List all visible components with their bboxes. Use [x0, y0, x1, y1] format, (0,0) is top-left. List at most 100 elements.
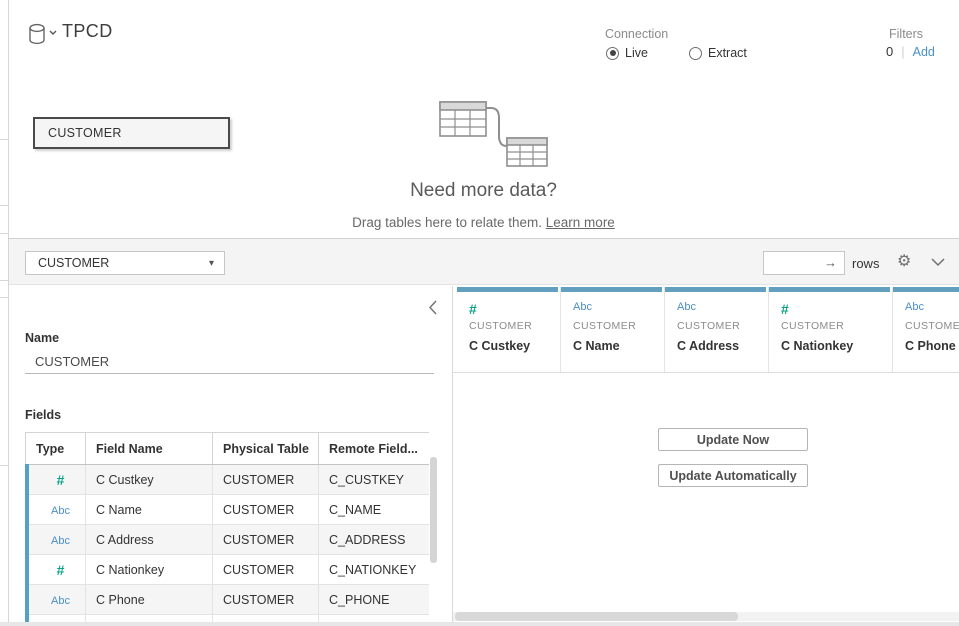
column-accent-stripe: [561, 287, 662, 292]
col-header-remote-field[interactable]: Remote Field...: [319, 433, 430, 465]
radio-live-label: Live: [625, 46, 648, 60]
field-name-cell: C Phone: [86, 585, 213, 615]
column-accent-stripe: [457, 287, 558, 292]
bottom-edge-strip: [0, 622, 959, 626]
radio-live-control[interactable]: [606, 47, 619, 60]
rows-limit-field[interactable]: →: [763, 251, 845, 275]
table-selector-dropdown[interactable]: CUSTOMER ▾: [25, 251, 225, 275]
arrow-right-icon: →: [824, 255, 837, 270]
physical-table-cell: CUSTOMER: [213, 525, 319, 555]
rail-divider: [0, 233, 8, 234]
field-name-cell: C Nationkey: [86, 555, 213, 585]
field-row-c-phone[interactable]: Abc C Phone CUSTOMER C_PHONE: [26, 585, 430, 615]
col-header-physical-table[interactable]: Physical Table: [213, 433, 319, 465]
chevron-down-icon[interactable]: [931, 258, 945, 267]
string-type-icon: Abc: [51, 535, 70, 547]
filters-add-link[interactable]: Add: [913, 45, 935, 59]
data-grid-horizontal-scrollbar-thumb[interactable]: [455, 612, 738, 621]
column-field-label: C Address: [677, 339, 768, 353]
field-name-cell: C Address: [86, 525, 213, 555]
data-grid-pane: # CUSTOMER C Custkey Abc CUSTOMER C Name…: [453, 286, 959, 626]
update-automatically-button[interactable]: Update Automatically: [658, 464, 808, 487]
field-name-cell: C Name: [86, 495, 213, 525]
rail-divider: [0, 280, 8, 281]
string-type-icon: Abc: [573, 301, 664, 317]
grid-column-c-nationkey[interactable]: # CUSTOMER C Nationkey: [769, 287, 893, 372]
fields-table: Type Field Name Physical Table Remote Fi…: [25, 432, 429, 622]
filters-count: 0: [886, 44, 893, 59]
data-grid-horizontal-scrollbar-track[interactable]: [453, 612, 959, 621]
field-row-c-custkey[interactable]: # C Custkey CUSTOMER C_CUSTKEY: [26, 465, 430, 495]
relate-tables-illustration-icon: [428, 94, 548, 172]
column-field-label: C Phone: [905, 339, 959, 353]
update-now-button[interactable]: Update Now: [658, 428, 808, 451]
rows-limit-input[interactable]: [766, 254, 828, 274]
empty-state-hint-text: Drag tables here to relate them.: [352, 215, 542, 230]
number-type-icon: #: [469, 301, 560, 317]
fields-table-vertical-scrollbar[interactable]: [430, 457, 437, 563]
number-type-icon: #: [781, 301, 892, 317]
column-field-label: C Nationkey: [781, 339, 892, 353]
grid-column-c-address[interactable]: Abc CUSTOMER C Address: [665, 287, 769, 372]
column-accent-stripe: [665, 287, 766, 292]
physical-table-cell: CUSTOMER: [213, 495, 319, 525]
field-row-c-nationkey[interactable]: # C Nationkey CUSTOMER C_NATIONKEY: [26, 555, 430, 585]
column-accent-stripe: [893, 287, 959, 292]
caret-down-icon: ▾: [209, 258, 214, 269]
column-table-label: CUSTOMER: [469, 320, 560, 332]
grid-column-c-custkey[interactable]: # CUSTOMER C Custkey: [457, 287, 561, 372]
col-header-field-name[interactable]: Field Name: [86, 433, 213, 465]
radio-extract[interactable]: Extract: [689, 44, 747, 62]
filters-divider: |: [901, 44, 904, 59]
grid-column-c-name[interactable]: Abc CUSTOMER C Name: [561, 287, 665, 372]
rail-divider: [0, 139, 8, 140]
column-table-label: CUSTOMER: [677, 320, 768, 332]
physical-table-cell: CUSTOMER: [213, 465, 319, 495]
field-row-c-address[interactable]: Abc C Address CUSTOMER C_ADDRESS: [26, 525, 430, 555]
column-field-label: C Custkey: [469, 339, 560, 353]
gear-icon[interactable]: ⚙: [897, 252, 911, 272]
datasource-title: TPCD: [62, 21, 113, 42]
data-grid-header: # CUSTOMER C Custkey Abc CUSTOMER C Name…: [453, 287, 959, 373]
string-type-icon: Abc: [677, 301, 768, 317]
string-type-icon: Abc: [905, 301, 959, 317]
radio-extract-control[interactable]: [689, 47, 702, 60]
database-icon[interactable]: [28, 23, 58, 47]
col-header-type[interactable]: Type: [26, 433, 86, 465]
physical-table-cell: CUSTOMER: [213, 555, 319, 585]
rail-divider: [0, 465, 8, 466]
column-accent-stripe: [769, 287, 890, 292]
rail-divider: [0, 297, 8, 298]
selected-rows-stripe: [25, 464, 29, 622]
string-type-icon: Abc: [51, 595, 70, 607]
remote-field-cell: C_ADDRESS: [319, 525, 430, 555]
filters-label: Filters: [889, 27, 923, 41]
number-type-icon: #: [57, 562, 65, 578]
collapsed-left-panel[interactable]: [0, 0, 9, 626]
canvas-table-customer[interactable]: CUSTOMER: [33, 117, 230, 149]
column-table-label: CUSTOMER: [573, 320, 664, 332]
radio-live[interactable]: Live: [606, 44, 648, 62]
learn-more-link[interactable]: Learn more: [546, 215, 615, 230]
empty-state-title: Need more data?: [8, 180, 959, 202]
column-field-label: C Name: [573, 339, 664, 353]
collapse-pane-icon[interactable]: [428, 300, 438, 315]
field-row-clipped: [26, 615, 430, 623]
canvas-table-label: CUSTOMER: [48, 126, 122, 140]
physical-table-cell: CUSTOMER: [213, 585, 319, 615]
number-type-icon: #: [57, 472, 65, 488]
table-name-field[interactable]: CUSTOMER: [25, 350, 434, 374]
remote-field-cell: C_PHONE: [319, 585, 430, 615]
column-table-label: CUSTOMER: [905, 320, 959, 332]
field-name-cell: C Custkey: [86, 465, 213, 495]
fields-label: Fields: [25, 408, 61, 422]
field-row-c-name[interactable]: Abc C Name CUSTOMER C_NAME: [26, 495, 430, 525]
remote-field-cell: C_NAME: [319, 495, 430, 525]
remote-field-cell: C_CUSTKEY: [319, 465, 430, 495]
empty-state-hint: Drag tables here to relate them. Learn m…: [8, 215, 959, 230]
filters-row: 0 | Add: [886, 44, 935, 59]
grid-column-c-phone[interactable]: Abc CUSTOMER C Phone: [893, 287, 959, 372]
name-label: Name: [25, 331, 59, 345]
radio-extract-label: Extract: [708, 46, 747, 60]
string-type-icon: Abc: [51, 505, 70, 517]
